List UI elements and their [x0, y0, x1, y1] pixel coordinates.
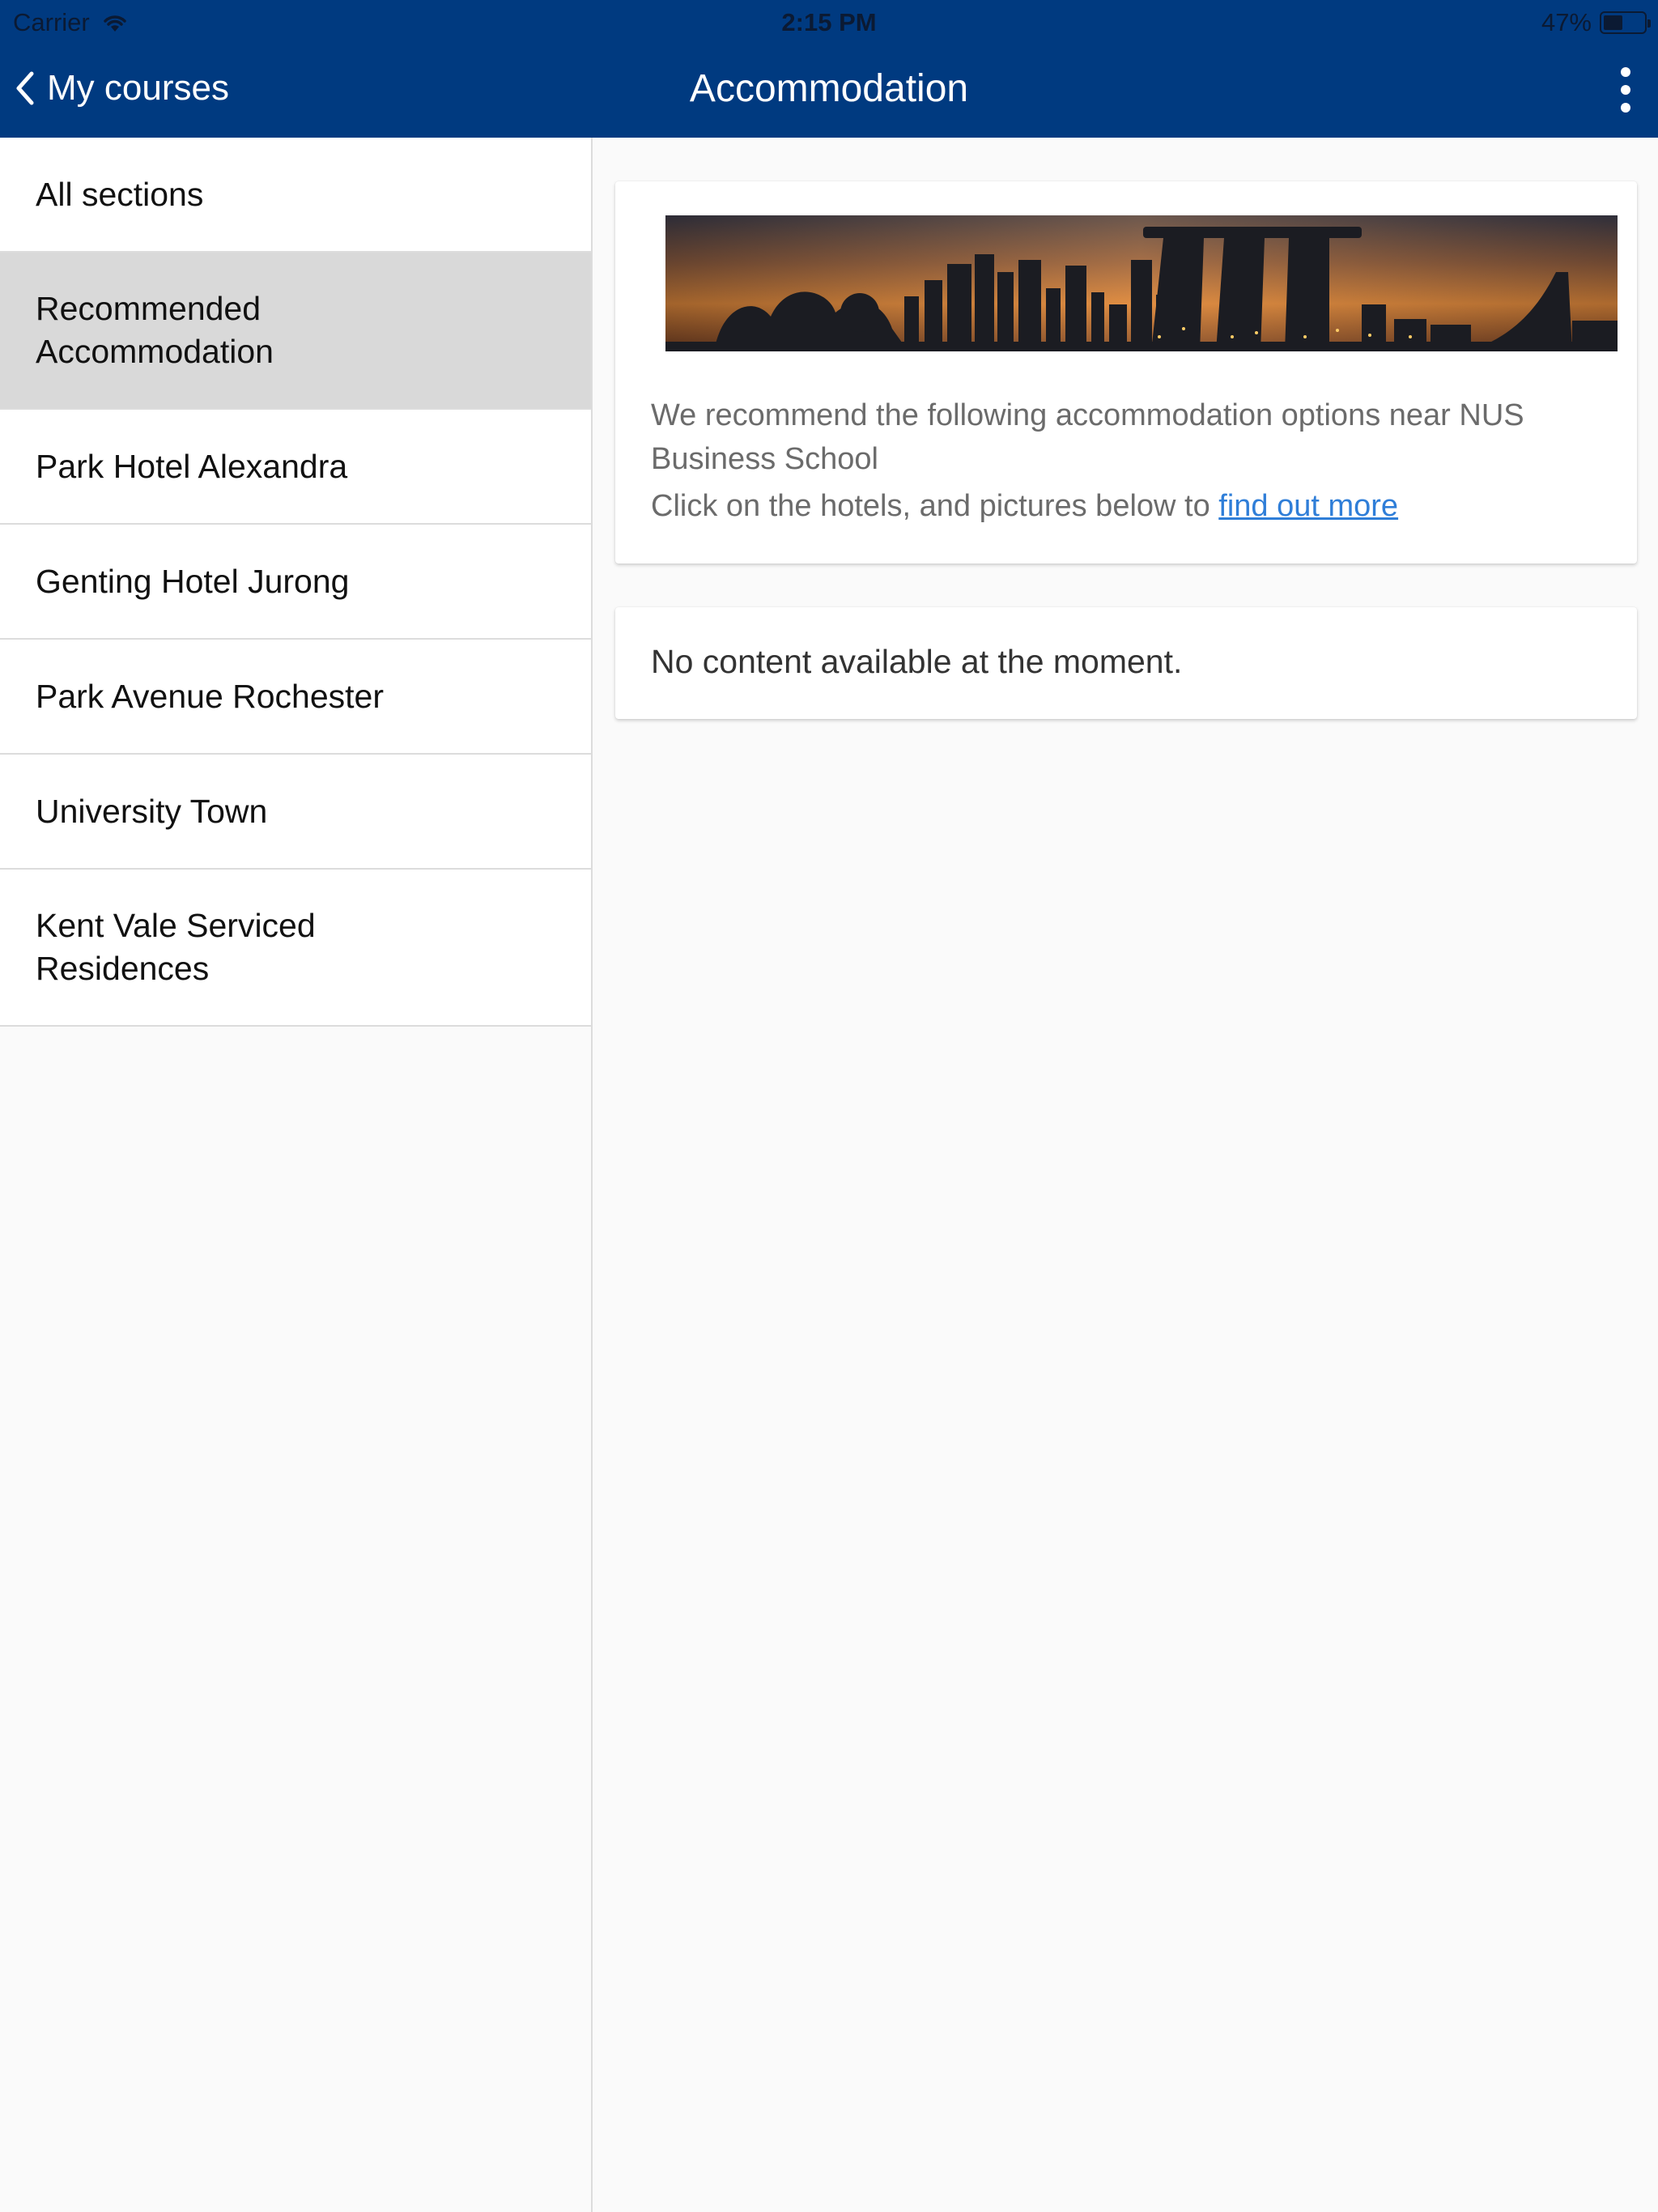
- sidebar-item-label: Recommended Accommodation: [36, 290, 274, 370]
- empty-message: No content available at the moment.: [651, 643, 1183, 680]
- intro-line-2-prefix: Click on the hotels, and pictures below …: [651, 489, 1219, 523]
- more-dot: [1621, 85, 1630, 95]
- sidebar-item-label: Genting Hotel Jurong: [36, 562, 350, 600]
- status-time: 2:15 PM: [781, 8, 877, 36]
- more-dot: [1621, 103, 1630, 113]
- summary-card: We recommend the following accommodation…: [615, 181, 1637, 564]
- sidebar-item-label: Park Avenue Rochester: [36, 677, 384, 715]
- battery-percent: 47%: [1541, 8, 1592, 36]
- intro-line-2: Click on the hotels, and pictures below …: [651, 484, 1606, 528]
- more-vertical-icon[interactable]: [1593, 62, 1658, 118]
- status-bar: Carrier 2:15 PM 47%: [0, 0, 1658, 45]
- battery-indicator: 47%: [1541, 8, 1651, 37]
- sidebar-item-university-town[interactable]: University Town: [0, 755, 591, 870]
- sidebar-item-label: All sections: [36, 175, 204, 213]
- intro-text: We recommend the following accommodation…: [651, 393, 1606, 528]
- sidebar-item-kent-vale[interactable]: Kent Vale Serviced Residences: [0, 870, 591, 1027]
- battery-fill: [1604, 15, 1622, 30]
- skyline-illustration: [665, 215, 1618, 351]
- sidebar-item-park-avenue-rochester[interactable]: Park Avenue Rochester: [0, 640, 591, 755]
- main-content: We recommend the following accommodation…: [594, 138, 1658, 2212]
- sidebar-item-label: University Town: [36, 792, 268, 830]
- sidebar-item-all-sections[interactable]: All sections: [0, 138, 591, 253]
- more-dot: [1621, 67, 1630, 77]
- sidebar-item-recommended-accommodation[interactable]: Recommended Accommodation: [0, 253, 591, 410]
- sidebar-item-label: Park Hotel Alexandra: [36, 447, 348, 485]
- skyline-banner-image[interactable]: [665, 215, 1618, 351]
- intro-line-1: We recommend the following accommodation…: [651, 398, 1524, 476]
- sidebar-item-genting-hotel-jurong[interactable]: Genting Hotel Jurong: [0, 525, 591, 640]
- battery-icon: [1600, 11, 1651, 34]
- sidebar-item-park-hotel-alexandra[interactable]: Park Hotel Alexandra: [0, 410, 591, 525]
- sidebar-item-label: Kent Vale Serviced Residences: [36, 907, 316, 987]
- section-sidebar: All sections Recommended Accommodation P…: [0, 138, 593, 2212]
- empty-content-card: No content available at the moment.: [615, 607, 1637, 719]
- page-title: Accommodation: [689, 67, 969, 110]
- navigation-bar: My courses Accommodation: [0, 45, 1658, 138]
- find-out-more-link[interactable]: find out more: [1218, 489, 1398, 523]
